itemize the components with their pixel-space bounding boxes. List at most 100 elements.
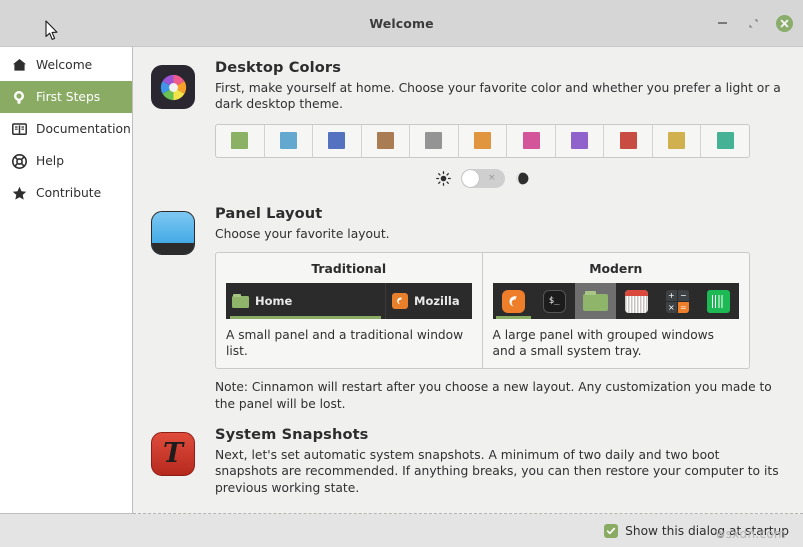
preview-window-label: Home xyxy=(255,294,293,309)
active-underline xyxy=(495,316,531,320)
color-swatch-chip xyxy=(474,132,491,150)
color-swatch-chip xyxy=(571,132,589,150)
terminal-icon: $_ xyxy=(542,289,566,313)
color-swatch-chip xyxy=(376,132,394,150)
section-desktop-colors: Desktop Colors First, make yourself at h… xyxy=(151,59,785,188)
section-panel-layout: Panel Layout Choose your favorite layout… xyxy=(151,205,785,412)
sidebar-item-label: Documentation xyxy=(36,122,131,136)
sidebar-item-label: Help xyxy=(36,154,65,168)
book-icon xyxy=(11,121,27,137)
section-system-snapshots: T System Snapshots Next, let's set autom… xyxy=(151,426,785,496)
preview-window-home: Home xyxy=(226,283,386,320)
color-swatch-chip xyxy=(716,132,734,150)
layout-preview-traditional: Home Mozilla xyxy=(226,283,472,320)
section-title: System Snapshots xyxy=(215,425,369,443)
panel-icon xyxy=(151,210,195,255)
section-body: Panel Layout Choose your favorite layout… xyxy=(215,205,785,412)
section-icon-wrap: T xyxy=(151,426,199,496)
theme-toggle-row: × xyxy=(215,168,750,188)
window-controls xyxy=(714,0,793,46)
preview-window-mozilla: Mozilla xyxy=(386,283,472,319)
color-swatch-indigo[interactable] xyxy=(313,124,362,157)
layout-card-description: A small panel and a traditional window l… xyxy=(226,328,464,359)
calculator-icon: + − × = xyxy=(665,289,689,313)
close-button[interactable] xyxy=(776,14,793,32)
color-swatch-chip xyxy=(668,132,686,150)
section-title: Panel Layout xyxy=(215,204,323,222)
sidebar-item-first-steps[interactable]: First Steps xyxy=(0,81,132,113)
panel-layout-note: Note: Cinnamon will restart after you ch… xyxy=(215,380,772,411)
color-swatch-yellow[interactable] xyxy=(653,124,702,157)
section-description: First, make yourself at home. Choose you… xyxy=(215,81,781,112)
firefox-icon xyxy=(392,293,408,310)
color-swatch-chip xyxy=(522,132,540,150)
sun-icon xyxy=(435,170,451,186)
sidebar-item-label: Welcome xyxy=(36,58,93,72)
color-swatch-chip xyxy=(619,132,637,150)
layout-card-description: A large panel with grouped windows and a… xyxy=(492,328,714,359)
sidebar-item-help[interactable]: Help xyxy=(0,145,132,177)
title-bar: Welcome xyxy=(0,0,803,47)
layout-preview-modern: $_ + − × = xyxy=(492,283,739,320)
sidebar-item-label: Contribute xyxy=(36,186,102,200)
show-at-startup-checkbox[interactable] xyxy=(604,523,619,538)
layout-card-traditional[interactable]: Traditional Home Mozilla A small panel a… xyxy=(216,253,483,369)
moon-icon xyxy=(515,171,530,186)
show-at-startup-label: Show this dialog at startup xyxy=(625,523,789,538)
toggle-knob xyxy=(461,169,479,187)
color-swatch-row[interactable] xyxy=(215,123,750,158)
preview-app-firefox xyxy=(492,283,534,320)
sidebar-item-contribute[interactable]: Contribute xyxy=(0,177,132,209)
section-body: Desktop Colors First, make yourself at h… xyxy=(215,59,785,188)
folder-icon xyxy=(232,294,249,309)
preview-app-terminal: $_ xyxy=(533,283,575,320)
preview-app-files xyxy=(574,283,616,320)
color-swatch-chip xyxy=(279,132,297,150)
color-wheel-icon xyxy=(151,65,195,109)
dark-theme-toggle[interactable]: × xyxy=(460,168,505,188)
window-title: Welcome xyxy=(369,15,434,31)
lifebuoy-icon xyxy=(11,153,27,169)
mouse-cursor xyxy=(45,20,59,45)
layout-card-title: Modern xyxy=(589,261,643,277)
toggle-off-mark: × xyxy=(487,173,496,184)
maximize-button[interactable] xyxy=(745,15,762,32)
color-swatch-grey[interactable] xyxy=(410,124,459,157)
content-area: Desktop Colors First, make yourself at h… xyxy=(133,47,803,514)
sidebar-item-label: First Steps xyxy=(36,90,101,104)
color-swatch-green[interactable] xyxy=(216,124,265,157)
star-icon xyxy=(11,185,27,201)
color-swatch-purple[interactable] xyxy=(556,124,605,157)
sidebar: Welcome First Steps Documentation Help C… xyxy=(0,47,133,514)
minimize-button[interactable] xyxy=(714,15,731,32)
sidebar-item-documentation[interactable]: Documentation xyxy=(0,113,132,145)
color-swatch-red[interactable] xyxy=(604,124,653,157)
section-icon-wrap xyxy=(151,59,199,188)
color-swatch-pink[interactable] xyxy=(507,124,556,157)
active-underline xyxy=(230,316,381,320)
section-description: Next, let's set automatic system snapsho… xyxy=(215,447,779,495)
files-icon xyxy=(582,291,608,312)
section-body: System Snapshots Next, let's set automat… xyxy=(215,426,785,496)
sidebar-item-welcome[interactable]: Welcome xyxy=(0,49,132,81)
layout-card-title: Traditional xyxy=(311,261,387,277)
preview-app-calculator: + − × = xyxy=(656,283,698,320)
color-swatch-chip xyxy=(231,132,249,150)
section-title: Desktop Colors xyxy=(215,59,341,76)
color-swatch-teal[interactable] xyxy=(701,125,749,157)
section-icon-wrap xyxy=(151,205,199,412)
color-swatch-chip xyxy=(328,132,346,150)
layout-card-modern[interactable]: Modern $_ + − × = A large panel with gro… xyxy=(483,253,750,368)
calendar-icon xyxy=(624,289,648,313)
layout-card-group: Traditional Home Mozilla A small panel a… xyxy=(215,252,750,370)
firefox-icon xyxy=(501,289,525,313)
color-swatch-orange[interactable] xyxy=(459,124,508,157)
footer-bar: Show this dialog at startup xyxy=(0,514,803,547)
home-icon xyxy=(11,57,27,73)
window-body: Welcome First Steps Documentation Help C… xyxy=(0,47,803,547)
color-swatch-brown[interactable] xyxy=(362,124,411,157)
lightbulb-icon xyxy=(11,89,27,105)
welcome-window: Welcome Welcome First Steps Documentatio… xyxy=(0,0,803,547)
color-swatch-blue[interactable] xyxy=(265,124,314,157)
preview-app-spreadsheet xyxy=(697,283,739,320)
